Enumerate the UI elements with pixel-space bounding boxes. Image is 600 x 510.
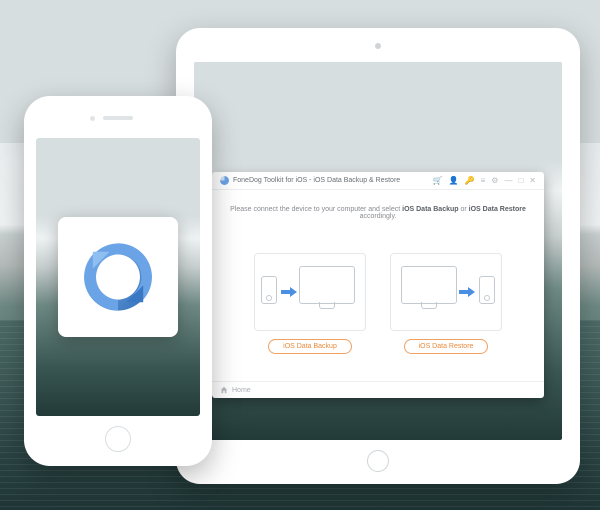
app-logo-icon xyxy=(220,176,229,185)
phone-icon xyxy=(261,276,277,304)
option-backup: iOS Data Backup xyxy=(254,253,366,354)
cart-icon[interactable]: 🛒 xyxy=(433,177,443,185)
phone-home-button[interactable] xyxy=(105,426,131,452)
monitor-icon xyxy=(401,266,457,304)
window-title: FoneDog Toolkit for iOS - iOS Data Backu… xyxy=(233,177,400,184)
app-footer: Home xyxy=(212,381,544,398)
instruction-bold-restore: iOS Data Restore xyxy=(469,206,526,213)
close-icon[interactable]: ✕ xyxy=(529,177,536,185)
instruction-suffix: accordingly. xyxy=(360,213,397,220)
monitor-icon xyxy=(299,266,355,304)
tablet-screen: FoneDog Toolkit for iOS - iOS Data Backu… xyxy=(194,62,562,440)
app-window: FoneDog Toolkit for iOS - iOS Data Backu… xyxy=(212,172,544,398)
restore-illustration xyxy=(390,253,502,331)
phone-frame xyxy=(24,96,212,466)
instruction-mid: or xyxy=(459,206,469,213)
titlebar-controls: 🛒 👤 🔑 ≡ ⚙ — □ ✕ xyxy=(433,177,536,185)
instruction-prefix: Please connect the device to your comput… xyxy=(230,206,402,213)
phone-camera xyxy=(90,116,95,121)
key-icon[interactable]: 🔑 xyxy=(465,177,475,185)
tablet-frame: FoneDog Toolkit for iOS - iOS Data Backu… xyxy=(176,28,580,484)
window-title-wrap: FoneDog Toolkit for iOS - iOS Data Backu… xyxy=(220,176,400,185)
backup-button[interactable]: iOS Data Backup xyxy=(268,339,352,354)
footer-home-label[interactable]: Home xyxy=(232,387,251,394)
sync-logo-icon xyxy=(76,235,160,319)
phone-speaker xyxy=(103,116,133,120)
home-icon[interactable] xyxy=(220,386,228,394)
backup-illustration xyxy=(254,253,366,331)
options-row: iOS Data Backup iOS Data Restore xyxy=(212,224,544,381)
phone-screen xyxy=(36,138,200,416)
instruction-text: Please connect the device to your comput… xyxy=(212,190,544,224)
maximize-icon[interactable]: □ xyxy=(518,177,523,185)
settings-icon[interactable]: ⚙ xyxy=(491,177,498,185)
user-icon[interactable]: 👤 xyxy=(449,177,459,185)
promo-scene: FoneDog Toolkit for iOS - iOS Data Backu… xyxy=(0,0,600,510)
app-tile[interactable] xyxy=(58,217,178,337)
restore-button[interactable]: iOS Data Restore xyxy=(404,339,489,354)
titlebar: FoneDog Toolkit for iOS - iOS Data Backu… xyxy=(212,172,544,190)
menu-icon[interactable]: ≡ xyxy=(481,177,486,185)
phone-icon xyxy=(479,276,495,304)
minimize-icon[interactable]: — xyxy=(504,177,512,185)
tablet-home-button[interactable] xyxy=(367,450,389,472)
option-restore: iOS Data Restore xyxy=(390,253,502,354)
instruction-bold-backup: iOS Data Backup xyxy=(402,206,458,213)
arrow-right-icon xyxy=(459,287,475,297)
tablet-camera xyxy=(375,43,381,49)
arrow-right-icon xyxy=(281,287,297,297)
